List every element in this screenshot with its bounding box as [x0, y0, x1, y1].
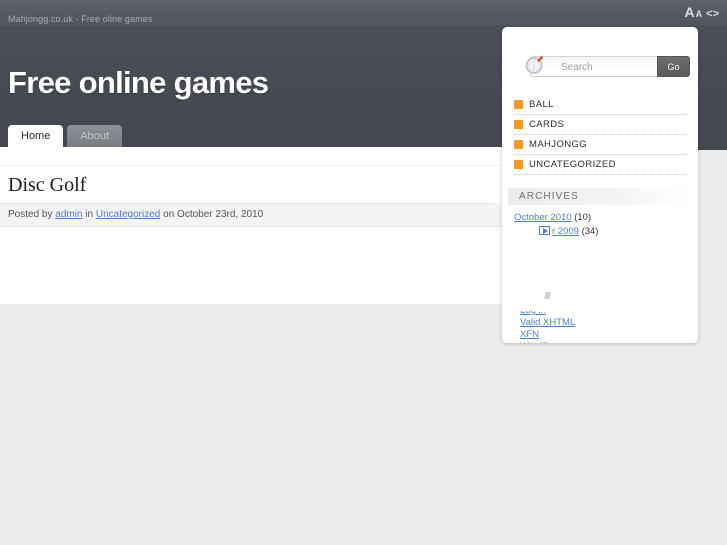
decrease-font-size-icon[interactable]: A — [696, 7, 703, 21]
post-date: October 23rd, 2010 — [177, 209, 264, 220]
archive-link[interactable]: r 2009 — [552, 226, 579, 237]
meta-link-xfn[interactable]: XFN — [520, 329, 575, 341]
increase-font-size-icon[interactable]: A — [685, 5, 695, 19]
category-swatch-icon — [514, 140, 523, 149]
archive-link[interactable]: October 2010 — [514, 212, 572, 223]
magnifier-icon[interactable] — [524, 56, 548, 80]
meta-link-valid-xhtml[interactable]: Valid XHTML — [520, 317, 575, 329]
archive-count: (34) — [581, 226, 599, 237]
search-placeholder: Search — [561, 62, 593, 73]
post-author-link[interactable]: admin — [55, 209, 82, 220]
category-label: MAHJONGG — [529, 139, 588, 150]
category-item-cards[interactable]: CARDS — [514, 115, 686, 135]
tab-home[interactable]: Home — [8, 125, 64, 147]
page-title: Free online games — [8, 65, 269, 100]
archive-item-october-2010[interactable]: October 2010 (10) — [514, 211, 698, 224]
expand-play-icon[interactable] — [539, 226, 550, 235]
content-bottom-gap — [0, 304, 505, 311]
category-swatch-icon — [514, 160, 523, 169]
category-item-uncategorized[interactable]: UNCATEGORIZED — [514, 155, 686, 175]
category-label: CARDS — [529, 119, 565, 130]
post-meta-on-label: on — [163, 209, 175, 220]
archives-list: October 2010 (10) r 2009 (34) — [514, 211, 698, 238]
post-meta: Posted by admin in Uncategorized on Octo… — [0, 204, 505, 227]
category-swatch-icon — [514, 120, 523, 129]
post-meta-in-label: in — [85, 209, 94, 220]
tab-about[interactable]: About — [67, 125, 123, 147]
post-body — [5, 234, 500, 304]
sidebar-panel: Search Go BALL CARDS MAHJONGG UNCATEGORI… — [502, 27, 698, 343]
category-label: UNCATEGORIZED — [529, 159, 616, 170]
category-item-mahjongg[interactable]: MAHJONGG — [514, 135, 686, 155]
meta-link-wordpress[interactable]: WordPress — [520, 341, 575, 343]
content-top-strip — [0, 147, 505, 166]
post-meta-posted-by-label: Posted by — [8, 209, 53, 220]
category-swatch-icon — [514, 100, 523, 109]
topbar-tools: A A <> — [685, 5, 719, 21]
browser-topbar: Mahjongg.co.uk - Free oline games A A <> — [0, 0, 727, 26]
search-go-button[interactable]: Go — [657, 56, 690, 77]
search-row: Search Go — [516, 56, 690, 79]
archive-count: (10) — [574, 212, 592, 223]
view-source-icon[interactable]: <> — [706, 7, 719, 21]
main-navigation: Home About — [8, 125, 123, 147]
post-title: Disc Golf — [0, 166, 495, 204]
category-item-ball[interactable]: BALL — [514, 95, 686, 115]
category-label: BALL — [529, 99, 554, 110]
main-content: Disc Golf Posted by admin in Uncategoriz… — [0, 147, 505, 311]
topbar-page-title: Mahjongg.co.uk - Free oline games — [8, 14, 153, 24]
panel-white-overlay — [534, 280, 698, 312]
archives-heading: ARCHIVES — [508, 188, 692, 205]
post-category-link[interactable]: Uncategorized — [96, 209, 160, 220]
category-list: BALL CARDS MAHJONGG UNCATEGORIZED — [514, 95, 686, 175]
archive-item-2009[interactable]: r 2009 (34) — [514, 225, 698, 238]
